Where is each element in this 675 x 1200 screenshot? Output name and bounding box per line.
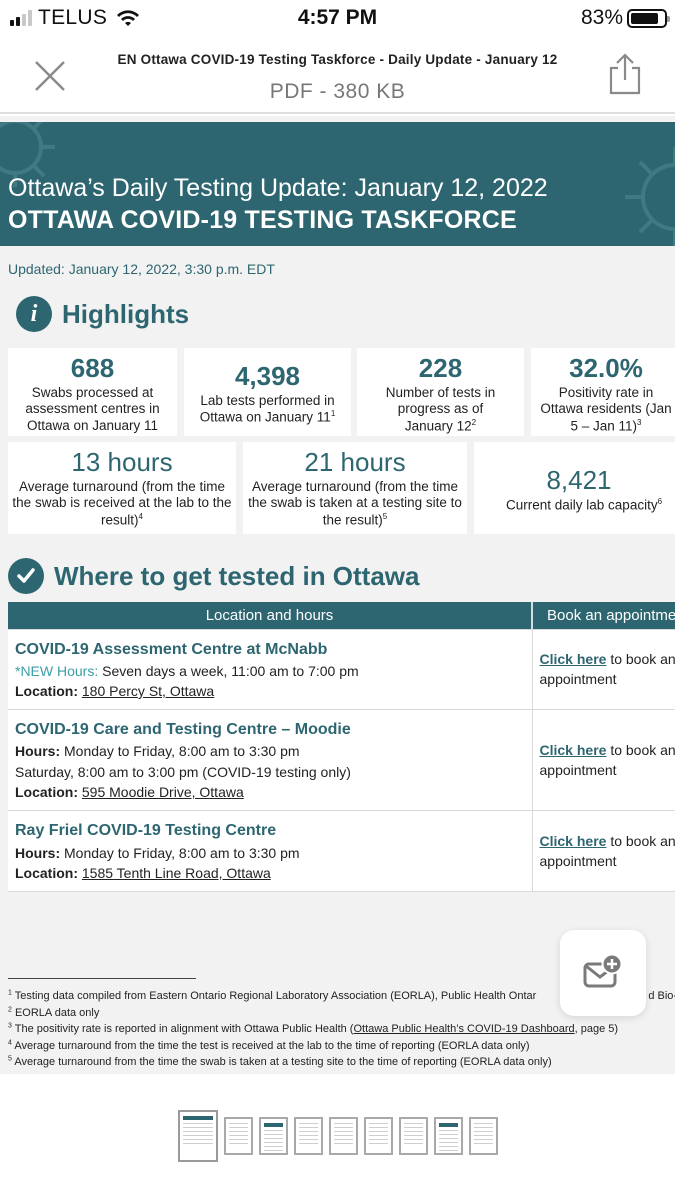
share-icon bbox=[609, 53, 641, 95]
table-row: COVID-19 Assessment Centre at McNabb *NE… bbox=[8, 628, 675, 711]
info-icon: i bbox=[16, 296, 52, 332]
updated-timestamp: Updated: January 12, 2022, 3:30 p.m. EDT bbox=[8, 261, 275, 277]
location-hours: Hours: Monday to Friday, 8:00 am to 3:30… bbox=[15, 844, 300, 861]
banner-title: Ottawa’s Daily Testing Update: January 1… bbox=[8, 174, 548, 202]
book-cell: Click here to book an appointment bbox=[532, 709, 675, 812]
location-address: Location: 595 Moodie Drive, Ottawa bbox=[15, 784, 244, 801]
stat-card-lab-turnaround: 13 hours Average turnaround (from the ti… bbox=[8, 442, 236, 534]
document-banner: Ottawa’s Daily Testing Update: January 1… bbox=[0, 122, 675, 246]
page-thumbnail[interactable] bbox=[328, 1117, 358, 1155]
stat-value: 13 hours bbox=[71, 447, 173, 477]
highlights-heading: i Highlights bbox=[16, 296, 189, 332]
page-thumbnail-strip bbox=[0, 1110, 675, 1162]
stat-description: Swabs processed at assessment centres in… bbox=[25, 384, 160, 434]
stat-description: Lab tests performed in Ottawa on January… bbox=[199, 392, 336, 425]
book-appointment-link[interactable]: Click here bbox=[540, 742, 607, 758]
location-hours: *NEW Hours: Seven days a week, 11:00 am … bbox=[15, 662, 359, 679]
stat-value: 228 bbox=[418, 353, 463, 383]
page-thumbnail[interactable] bbox=[258, 1117, 288, 1155]
stat-description: Number of tests in progress as of Januar… bbox=[385, 384, 496, 434]
column-header-book: Book an appointme bbox=[532, 602, 675, 629]
footnote: 4 Average turnaround from the time the t… bbox=[8, 1038, 530, 1052]
stat-description: Current daily lab capacity6 bbox=[506, 496, 663, 513]
close-button[interactable] bbox=[30, 56, 70, 96]
location-extra-hours: Saturday, 8:00 am to 3:00 pm (COVID-19 t… bbox=[15, 763, 351, 780]
page-thumbnail[interactable] bbox=[398, 1117, 428, 1155]
stat-card-site-turnaround: 21 hours Average turnaround (from the ti… bbox=[243, 442, 467, 534]
location-hours: Hours: Monday to Friday, 8:00 am to 3:30… bbox=[15, 743, 300, 760]
testing-locations-table: Location and hours Book an appointme COV… bbox=[8, 602, 675, 893]
stat-card-capacity: 8,421 Current daily lab capacity6 bbox=[474, 442, 675, 534]
page-thumbnail[interactable] bbox=[363, 1117, 393, 1155]
table-row: Ray Friel COVID-19 Testing Centre Hours:… bbox=[8, 810, 675, 893]
battery-icon bbox=[627, 8, 670, 28]
dashboard-link[interactable]: Ottawa Public Health’s COVID-19 Dashboar… bbox=[353, 1023, 574, 1035]
stat-value: 4,398 bbox=[234, 361, 301, 391]
page-thumbnail[interactable] bbox=[433, 1117, 463, 1155]
add-to-mail-button[interactable] bbox=[560, 930, 646, 1016]
stat-value: 8,421 bbox=[546, 465, 612, 495]
document-meta: PDF - 380 KB bbox=[269, 80, 406, 103]
where-to-get-tested-heading: Where to get tested in Ottawa bbox=[8, 558, 420, 594]
location-name: COVID-19 Assessment Centre at McNabb bbox=[15, 640, 328, 658]
footnote: 3 The positivity rate is reported in ali… bbox=[8, 1022, 619, 1035]
checkmark-icon bbox=[8, 558, 44, 594]
stat-description: Average turnaround (from the time the sw… bbox=[12, 478, 232, 528]
location-name: Ray Friel COVID-19 Testing Centre bbox=[15, 822, 277, 840]
battery-percent: 83% bbox=[580, 6, 623, 29]
stat-card-in-progress: 228 Number of tests in progress as of Ja… bbox=[357, 348, 524, 436]
clock: 4:57 PM bbox=[297, 6, 378, 29]
book-appointment-link[interactable]: Click here bbox=[540, 833, 607, 849]
banner-subtitle: OTTAWA COVID-19 TESTING TASKFORCE bbox=[8, 206, 517, 234]
footnote-divider bbox=[8, 978, 196, 979]
location-name: COVID-19 Care and Testing Centre – Moodi… bbox=[15, 721, 351, 739]
share-button[interactable] bbox=[607, 52, 643, 96]
address-link[interactable]: 180 Percy St, Ottawa bbox=[82, 683, 214, 699]
location-address: Location: 1585 Tenth Line Road, Ottawa bbox=[15, 864, 271, 881]
stat-value: 688 bbox=[70, 353, 115, 383]
virus-decoration-icon bbox=[625, 147, 675, 246]
column-header-location: Location and hours bbox=[8, 602, 533, 629]
viewer-header: EN Ottawa COVID-19 Testing Taskforce - D… bbox=[0, 38, 675, 114]
stat-card-positivity: 32.0% Positivity rate in Ottawa resident… bbox=[531, 348, 675, 436]
address-link[interactable]: 595 Moodie Drive, Ottawa bbox=[82, 784, 244, 800]
stat-card-lab-tests: 4,398 Lab tests performed in Ottawa on J… bbox=[184, 348, 351, 436]
book-cell: Click here to book an appointment bbox=[532, 810, 675, 893]
status-bar: TELUS 4:57 PM 83% bbox=[0, 0, 675, 38]
book-appointment-link[interactable]: Click here bbox=[540, 651, 607, 667]
stat-description: Average turnaround (from the time the sw… bbox=[248, 478, 462, 528]
footnote: 5 Average turnaround from the time the s… bbox=[8, 1055, 552, 1068]
page-thumbnail[interactable] bbox=[177, 1110, 218, 1162]
book-cell: Click here to book an appointment bbox=[532, 628, 675, 711]
address-link[interactable]: 1585 Tenth Line Road, Ottawa bbox=[82, 865, 271, 881]
stat-card-swabs: 688 Swabs processed at assessment centre… bbox=[8, 348, 177, 436]
page-thumbnail[interactable] bbox=[468, 1117, 498, 1155]
stat-value: 21 hours bbox=[304, 447, 406, 477]
stat-value: 32.0% bbox=[569, 353, 643, 383]
page-thumbnail[interactable] bbox=[223, 1117, 253, 1155]
page-thumbnail[interactable] bbox=[293, 1117, 323, 1155]
add-mail-icon bbox=[583, 953, 623, 988]
table-row: COVID-19 Care and Testing Centre – Moodi… bbox=[8, 709, 675, 812]
location-address: Location: 180 Percy St, Ottawa bbox=[15, 682, 215, 699]
stat-description: Positivity rate in Ottawa residents (Jan… bbox=[540, 384, 672, 434]
document-title: EN Ottawa COVID-19 Testing Taskforce - D… bbox=[117, 52, 558, 67]
close-icon bbox=[35, 61, 65, 91]
